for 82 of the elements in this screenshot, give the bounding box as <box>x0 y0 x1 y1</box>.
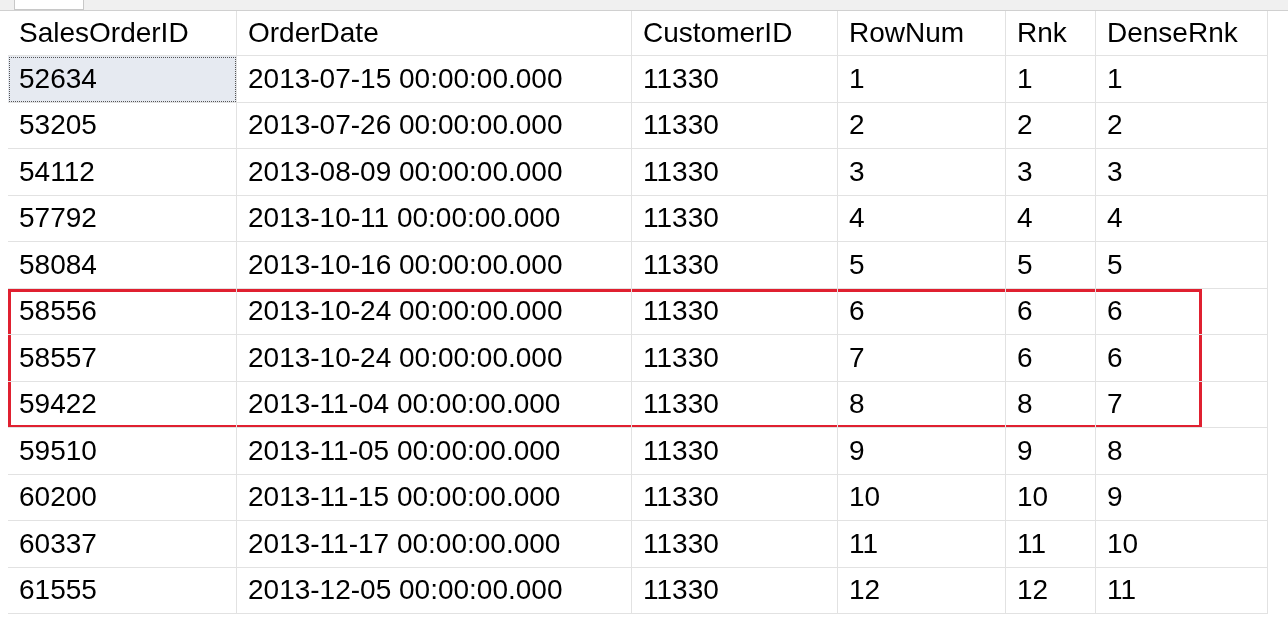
table-cell[interactable]: 2 <box>1006 102 1096 149</box>
table-cell[interactable]: 3 <box>1096 149 1268 196</box>
table-cell[interactable]: 54112 <box>8 149 237 196</box>
table-cell[interactable]: 7 <box>1096 381 1268 428</box>
table-cell[interactable]: 11 <box>1096 567 1268 614</box>
table-cell[interactable]: 61555 <box>8 567 237 614</box>
column-header[interactable]: OrderDate <box>237 11 632 56</box>
table-cell[interactable]: 58557 <box>8 335 237 382</box>
table-cell[interactable]: 6 <box>1096 335 1268 382</box>
column-header[interactable]: SalesOrderID <box>8 11 237 56</box>
table-cell[interactable]: 11330 <box>632 149 838 196</box>
table-cell[interactable]: 11330 <box>632 102 838 149</box>
table-cell[interactable]: 1 <box>1096 56 1268 103</box>
table-cell[interactable]: 11 <box>1006 521 1096 568</box>
table-cell[interactable]: 5 <box>1006 242 1096 289</box>
table-cell[interactable]: 11330 <box>632 335 838 382</box>
table-row[interactable]: 61555 2013-12-05 00:00:00.000 11330 12 12 11 <box>8 567 1288 614</box>
table-cell[interactable]: 59422 <box>8 381 237 428</box>
table-cell[interactable]: 10 <box>1006 474 1096 521</box>
table-cell[interactable]: 11330 <box>632 381 838 428</box>
table-cell[interactable]: 2013-12-05 00:00:00.000 <box>237 567 632 614</box>
table-row[interactable]: 53205 2013-07-26 00:00:00.000 11330 2 2 2 <box>8 102 1288 149</box>
column-header[interactable]: CustomerID <box>632 11 838 56</box>
table-cell[interactable]: 2013-07-26 00:00:00.000 <box>237 102 632 149</box>
table-cell[interactable]: 11330 <box>632 567 838 614</box>
table-cell[interactable]: 5 <box>1096 242 1268 289</box>
table-cell[interactable]: 4 <box>1006 195 1096 242</box>
table-cell[interactable]: 5 <box>838 242 1006 289</box>
table-row[interactable]: 60200 2013-11-15 00:00:00.000 11330 10 10 9 <box>8 474 1288 521</box>
table-cell[interactable]: 11330 <box>632 56 838 103</box>
table-row[interactable]: 54112 2013-08-09 00:00:00.000 11330 3 3 3 <box>8 149 1288 196</box>
column-header[interactable]: RowNum <box>838 11 1006 56</box>
table-cell[interactable]: 4 <box>838 195 1006 242</box>
results-tab[interactable] <box>14 0 84 10</box>
table-row[interactable]: 52634 2013-07-15 00:00:00.000 11330 1 1 1 <box>8 56 1288 103</box>
table-cell[interactable]: 8 <box>1006 381 1096 428</box>
table-cell[interactable]: 53205 <box>8 102 237 149</box>
table-cell[interactable]: 2 <box>838 102 1006 149</box>
table-cell[interactable]: 9 <box>1096 474 1268 521</box>
table-cell[interactable]: 12 <box>1006 567 1096 614</box>
table-cell[interactable]: 2013-11-04 00:00:00.000 <box>237 381 632 428</box>
table-cell[interactable]: 2013-10-16 00:00:00.000 <box>237 242 632 289</box>
table-row[interactable]: 57792 2013-10-11 00:00:00.000 11330 4 4 4 <box>8 195 1288 242</box>
table-row[interactable]: 58084 2013-10-16 00:00:00.000 11330 5 5 5 <box>8 242 1288 289</box>
column-header[interactable]: DenseRnk <box>1096 11 1268 56</box>
table-cell[interactable]: 60337 <box>8 521 237 568</box>
table-cell[interactable]: 8 <box>838 381 1006 428</box>
table-cell[interactable]: 2013-10-24 00:00:00.000 <box>237 335 632 382</box>
table-cell[interactable]: 6 <box>1006 335 1096 382</box>
table-cell[interactable]: 1 <box>1006 56 1096 103</box>
table-cell[interactable]: 2013-11-17 00:00:00.000 <box>237 521 632 568</box>
table-cell[interactable]: 12 <box>838 567 1006 614</box>
table-cell[interactable]: 2013-11-05 00:00:00.000 <box>237 428 632 475</box>
column-header[interactable]: Rnk <box>1006 11 1096 56</box>
table-cell[interactable]: 3 <box>1006 149 1096 196</box>
table-cell[interactable]: 7 <box>838 335 1006 382</box>
table-cell[interactable]: 10 <box>1096 521 1268 568</box>
table-cell[interactable]: 2 <box>1096 102 1268 149</box>
table-cell[interactable]: 2013-08-09 00:00:00.000 <box>237 149 632 196</box>
table-cell[interactable]: 57792 <box>8 195 237 242</box>
table-cell[interactable]: 11330 <box>632 242 838 289</box>
table-row[interactable]: 60337 2013-11-17 00:00:00.000 11330 11 11 10 <box>8 521 1288 568</box>
table-cell[interactable]: 2013-07-15 00:00:00.000 <box>237 56 632 103</box>
table-cell[interactable]: 4 <box>1096 195 1268 242</box>
table-cell[interactable]: 11330 <box>632 521 838 568</box>
table-row[interactable]: 59510 2013-11-05 00:00:00.000 11330 9 9 8 <box>8 428 1288 475</box>
table-cell[interactable]: 9 <box>1006 428 1096 475</box>
table-cell[interactable]: 10 <box>838 474 1006 521</box>
table-cell[interactable]: 1 <box>838 56 1006 103</box>
table-cell[interactable]: 11 <box>838 521 1006 568</box>
table-cell[interactable]: 11330 <box>632 474 838 521</box>
table-cell[interactable]: 3 <box>838 149 1006 196</box>
table-cell[interactable]: 2013-11-15 00:00:00.000 <box>237 474 632 521</box>
table-cell[interactable]: 52634 <box>8 56 237 103</box>
table-cell[interactable]: 60200 <box>8 474 237 521</box>
table-cell[interactable]: 59510 <box>8 428 237 475</box>
table-cell[interactable]: 2013-10-11 00:00:00.000 <box>237 195 632 242</box>
table-cell[interactable]: 11330 <box>632 195 838 242</box>
table-cell[interactable]: 58084 <box>8 242 237 289</box>
table-cell[interactable]: 9 <box>838 428 1006 475</box>
table-cell[interactable]: 8 <box>1096 428 1268 475</box>
table-cell[interactable]: 11330 <box>632 428 838 475</box>
